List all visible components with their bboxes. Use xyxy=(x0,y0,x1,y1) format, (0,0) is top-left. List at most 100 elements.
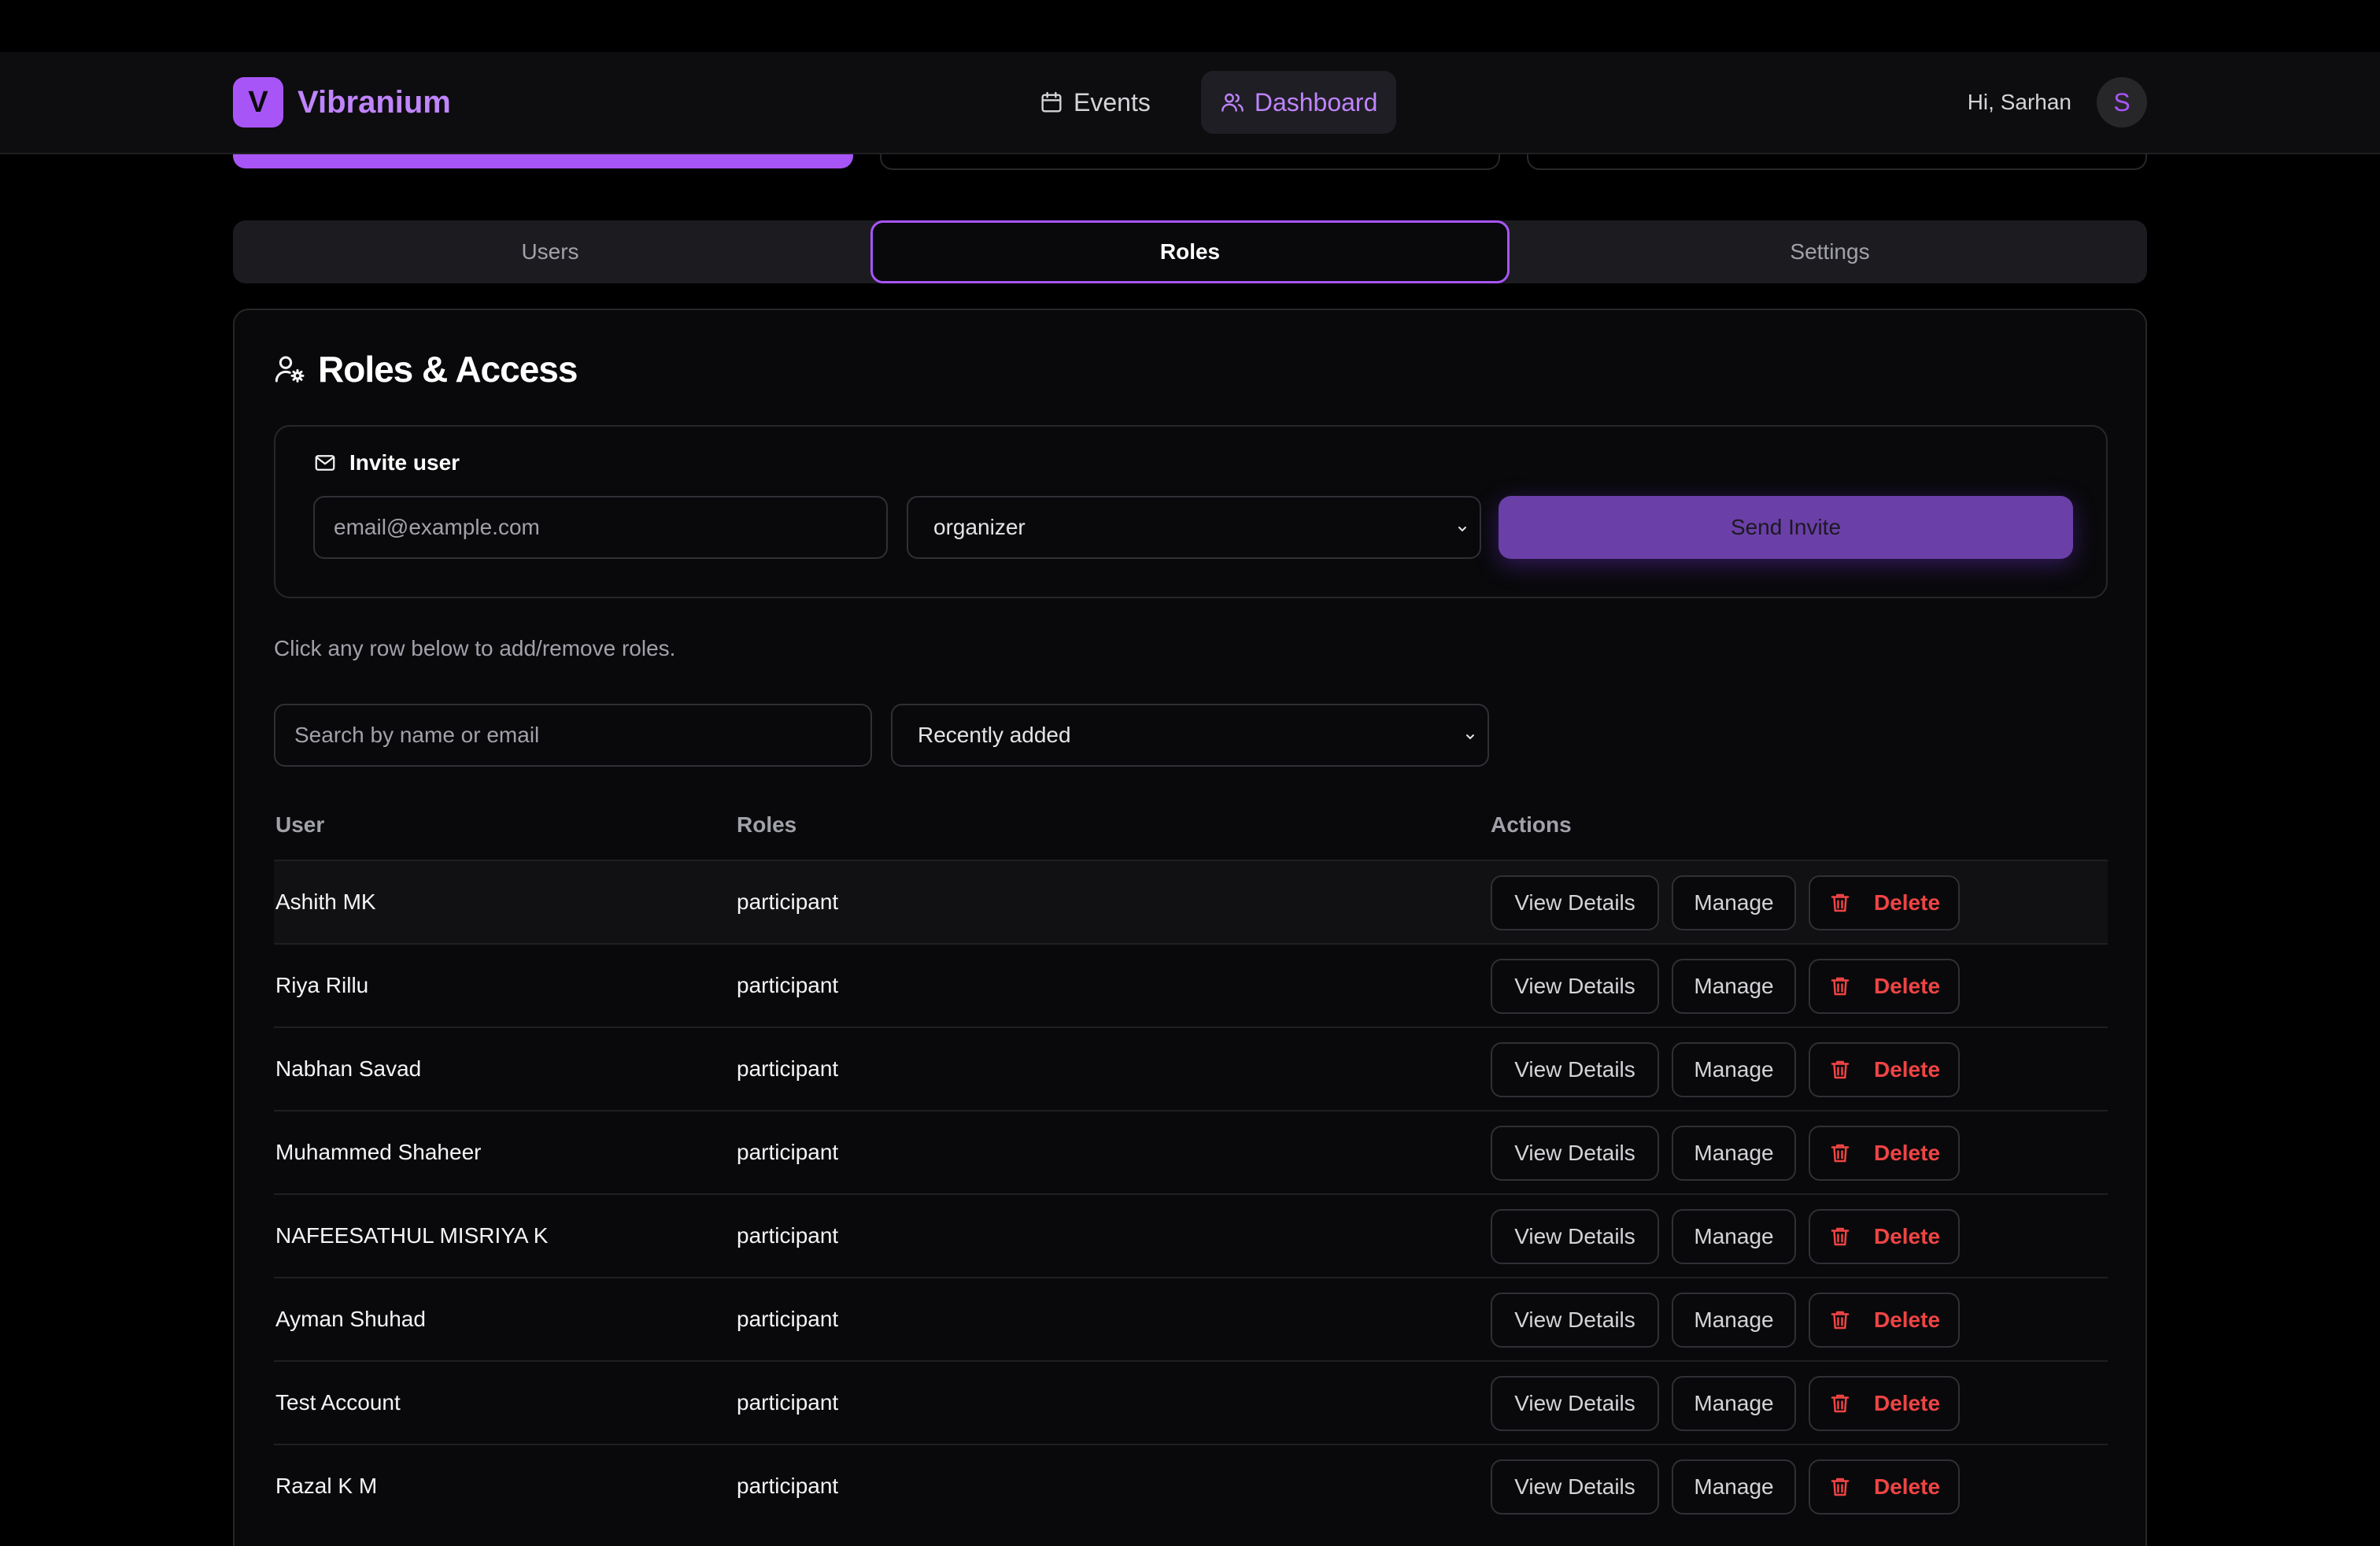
role-select[interactable]: organizer xyxy=(907,496,1481,559)
chevron-down-icon xyxy=(1466,734,1474,740)
delete-label: Delete xyxy=(1873,1391,1941,1415)
roles-cell: participant xyxy=(737,973,839,997)
trash-icon xyxy=(1831,893,1850,912)
view-details-button[interactable]: View Details xyxy=(1491,959,1659,1014)
trash-icon xyxy=(1831,1227,1850,1246)
delete-button[interactable]: Delete xyxy=(1809,1209,1960,1264)
user-name-cell: Riya Rillu xyxy=(275,973,369,997)
manage-button[interactable]: Manage xyxy=(1672,959,1796,1014)
chevron-down-icon xyxy=(1458,527,1466,532)
delete-button[interactable]: Delete xyxy=(1809,1293,1960,1348)
card-title: Roles & Access xyxy=(274,348,578,390)
delete-label: Delete xyxy=(1873,1224,1941,1248)
manage-button[interactable]: Manage xyxy=(1672,1042,1796,1097)
roles-cell: participant xyxy=(737,1390,839,1415)
delete-button[interactable]: Delete xyxy=(1809,1459,1960,1515)
table-row[interactable]: Test Account participant View Details Manag… xyxy=(274,1360,2108,1444)
table-row[interactable]: Nabhan Savad participant View Details Manag… xyxy=(274,1026,2108,1110)
roles-hint: Click any row below to add/remove roles. xyxy=(274,636,676,660)
table-row[interactable]: NAFEESATHUL MISRIYA K participant View Det… xyxy=(274,1193,2108,1277)
view-details-button[interactable]: View Details xyxy=(1491,1209,1659,1264)
table-row[interactable]: Ayman Shuhad participant View Details Manag… xyxy=(274,1277,2108,1360)
manage-button[interactable]: Manage xyxy=(1672,1376,1796,1431)
view-details-button[interactable]: View Details xyxy=(1491,1376,1659,1431)
user-name-cell: NAFEESATHUL MISRIYA K xyxy=(275,1223,549,1248)
roles-cell: participant xyxy=(737,1140,839,1164)
search-input-wrapper xyxy=(274,704,872,767)
email-field[interactable] xyxy=(334,515,867,540)
brand[interactable]: V Vibranium xyxy=(233,77,451,128)
manage-button[interactable]: Manage xyxy=(1672,1126,1796,1181)
app-header: V Vibranium Events Dashboard Hi, Sarhan … xyxy=(0,52,2380,154)
delete-button[interactable]: Delete xyxy=(1809,875,1960,930)
nav-item-label: Events xyxy=(1074,87,1151,117)
view-details-button[interactable]: View Details xyxy=(1491,1126,1659,1181)
delete-label: Delete xyxy=(1873,1474,1941,1499)
window-top-bar xyxy=(0,0,2380,52)
search-input[interactable] xyxy=(294,723,852,748)
user-name-cell: Ayman Shuhad xyxy=(275,1307,426,1331)
manage-button[interactable]: Manage xyxy=(1672,1459,1796,1515)
roles-cell: participant xyxy=(737,1474,839,1498)
nav-item-label: Dashboard xyxy=(1254,87,1378,117)
column-header-roles: Roles xyxy=(737,812,797,837)
user-name-cell: Razal K M xyxy=(275,1474,378,1498)
manage-button[interactable]: Manage xyxy=(1672,1209,1796,1264)
brand-name: Vibranium xyxy=(298,84,451,120)
roles-card: Roles & Access Invite user organizer Sen… xyxy=(233,309,2147,1546)
tab-settings[interactable]: Settings xyxy=(1513,220,2147,283)
trash-icon xyxy=(1831,1394,1850,1413)
delete-label: Delete xyxy=(1873,974,1941,998)
brand-logo: V xyxy=(233,77,283,128)
admin-tabs: Users Roles Settings xyxy=(233,220,2147,283)
delete-label: Delete xyxy=(1873,890,1941,915)
invite-user-box: Invite user organizer Send Invite xyxy=(274,425,2108,598)
table-row[interactable]: Ashith MK participant View Details Manage De… xyxy=(274,860,2108,943)
user-name-cell: Nabhan Savad xyxy=(275,1056,422,1081)
tab-roles[interactable]: Roles xyxy=(870,220,1510,283)
roles-cell: participant xyxy=(737,890,839,914)
delete-button[interactable]: Delete xyxy=(1809,1376,1960,1431)
email-field-wrapper xyxy=(313,496,888,559)
trash-icon xyxy=(1831,1311,1850,1330)
manage-button[interactable]: Manage xyxy=(1672,875,1796,930)
delete-label: Delete xyxy=(1873,1141,1941,1165)
table-row[interactable]: Muhammed Shaheer participant View Details M… xyxy=(274,1110,2108,1193)
trash-icon xyxy=(1831,1060,1850,1079)
table-header: User Roles Actions xyxy=(274,812,2108,860)
user-area: Hi, Sarhan S xyxy=(1968,77,2147,128)
user-name-cell: Ashith MK xyxy=(275,890,376,914)
user-cog-icon xyxy=(275,356,305,383)
roles-cell: participant xyxy=(737,1056,839,1081)
trash-icon xyxy=(1831,1144,1850,1163)
view-details-button[interactable]: View Details xyxy=(1491,1459,1659,1515)
main-nav: Events Dashboard xyxy=(1020,71,1428,134)
table-row[interactable]: Riya Rillu participant View Details Manage D… xyxy=(274,943,2108,1026)
view-details-button[interactable]: View Details xyxy=(1491,875,1659,930)
users-icon xyxy=(1221,93,1244,112)
tab-users[interactable]: Users xyxy=(233,220,867,283)
nav-item-events[interactable]: Events xyxy=(1020,71,1170,134)
delete-label: Delete xyxy=(1873,1307,1941,1332)
role-select-value: organizer xyxy=(933,515,1026,539)
trash-icon xyxy=(1831,977,1850,996)
delete-button[interactable]: Delete xyxy=(1809,1126,1960,1181)
invite-label: Invite user xyxy=(313,450,460,475)
column-header-actions: Actions xyxy=(1491,812,1572,837)
delete-button[interactable]: Delete xyxy=(1809,959,1960,1014)
manage-button[interactable]: Manage xyxy=(1672,1293,1796,1348)
table-row[interactable]: Razal K M participant View Details Manage De… xyxy=(274,1444,2108,1527)
delete-button[interactable]: Delete xyxy=(1809,1042,1960,1097)
delete-label: Delete xyxy=(1873,1057,1941,1082)
send-invite-button[interactable]: Send Invite xyxy=(1499,496,2073,559)
calendar-icon xyxy=(1041,91,1062,113)
invite-label-text: Invite user xyxy=(349,450,460,475)
nav-item-dashboard[interactable]: Dashboard xyxy=(1200,71,1397,134)
sort-select[interactable]: Recently added xyxy=(891,704,1489,767)
view-details-button[interactable]: View Details xyxy=(1491,1293,1659,1348)
column-header-user: User xyxy=(275,812,325,837)
mail-icon xyxy=(315,455,335,471)
avatar[interactable]: S xyxy=(2097,77,2147,128)
roles-cell: participant xyxy=(737,1307,839,1331)
view-details-button[interactable]: View Details xyxy=(1491,1042,1659,1097)
